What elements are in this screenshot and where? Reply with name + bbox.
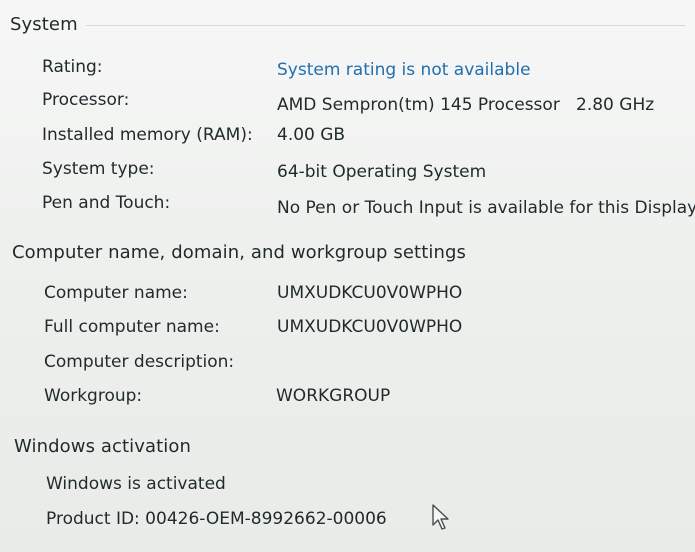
section-divider: [85, 24, 685, 26]
system-section-header: System: [10, 14, 685, 36]
pen-touch-value: No Pen or Touch Input is available for t…: [277, 198, 695, 218]
system-properties-panel: System Rating: System rating is not avai…: [0, 0, 695, 552]
computer-name-label: Computer name:: [44, 283, 188, 303]
system-type-value-row: 64-bit Operating System: [277, 161, 486, 183]
product-id: Product ID: 00426-OEM-8992662-00006: [46, 509, 387, 529]
workgroup-row: Workgroup:: [44, 385, 142, 407]
workgroup-label: Workgroup:: [44, 386, 143, 406]
mouse-pointer-icon: [432, 504, 449, 530]
workgroup-value: WORKGROUP: [276, 386, 391, 406]
computer-description-row: Computer description:: [44, 351, 234, 373]
full-computer-name-value-row: UMXUDKCU0V0WPHO: [277, 316, 462, 338]
full-computer-name-row: Full computer name:: [44, 316, 220, 338]
computer-name-row: Computer name:: [44, 282, 188, 304]
computer-section-header: Computer name, domain, and workgroup set…: [12, 242, 687, 264]
memory-row: Installed memory (RAM):: [42, 124, 253, 146]
rating-value-row: System rating is not available: [277, 59, 531, 81]
processor-row: Processor:: [42, 89, 129, 111]
computer-name-value: UMXUDKCU0V0WPHO: [277, 283, 463, 303]
pen-touch-row: Pen and Touch:: [42, 192, 170, 214]
processor-value: AMD Sempron(tm) 145 Processor 2.80 GHz: [277, 95, 655, 115]
processor-label: Processor:: [42, 90, 130, 110]
activation-section-title: Windows activation: [14, 436, 192, 457]
system-section-title: System: [10, 14, 78, 35]
full-computer-name-label: Full computer name:: [44, 317, 220, 337]
pen-touch-label: Pen and Touch:: [42, 193, 171, 213]
product-id-row: Product ID: 00426-OEM-8992662-00006: [46, 508, 387, 530]
memory-label: Installed memory (RAM):: [42, 125, 253, 145]
system-type-row: System type:: [42, 158, 155, 180]
memory-value: 4.00 GB: [277, 125, 346, 145]
processor-value-row: AMD Sempron(tm) 145 Processor 2.80 GHz: [277, 94, 654, 116]
computer-section-title: Computer name, domain, and workgroup set…: [12, 242, 466, 263]
activation-status-row: Windows is activated: [46, 473, 226, 495]
pen-touch-value-row: No Pen or Touch Input is available for t…: [277, 197, 695, 219]
system-type-value: 64-bit Operating System: [277, 162, 487, 182]
activation-section-header: Windows activation: [14, 436, 191, 458]
system-rating-link[interactable]: System rating is not available: [277, 59, 531, 81]
activation-status: Windows is activated: [46, 474, 226, 494]
system-type-label: System type:: [42, 159, 155, 179]
rating-label: Rating:: [42, 57, 103, 77]
memory-value-row: 4.00 GB: [277, 124, 345, 146]
computer-description-label: Computer description:: [44, 352, 235, 372]
full-computer-name-value: UMXUDKCU0V0WPHO: [277, 317, 463, 337]
workgroup-value-row: WORKGROUP: [276, 385, 390, 407]
rating-row: Rating:: [42, 56, 103, 78]
computer-name-value-row: UMXUDKCU0V0WPHO: [277, 282, 462, 304]
